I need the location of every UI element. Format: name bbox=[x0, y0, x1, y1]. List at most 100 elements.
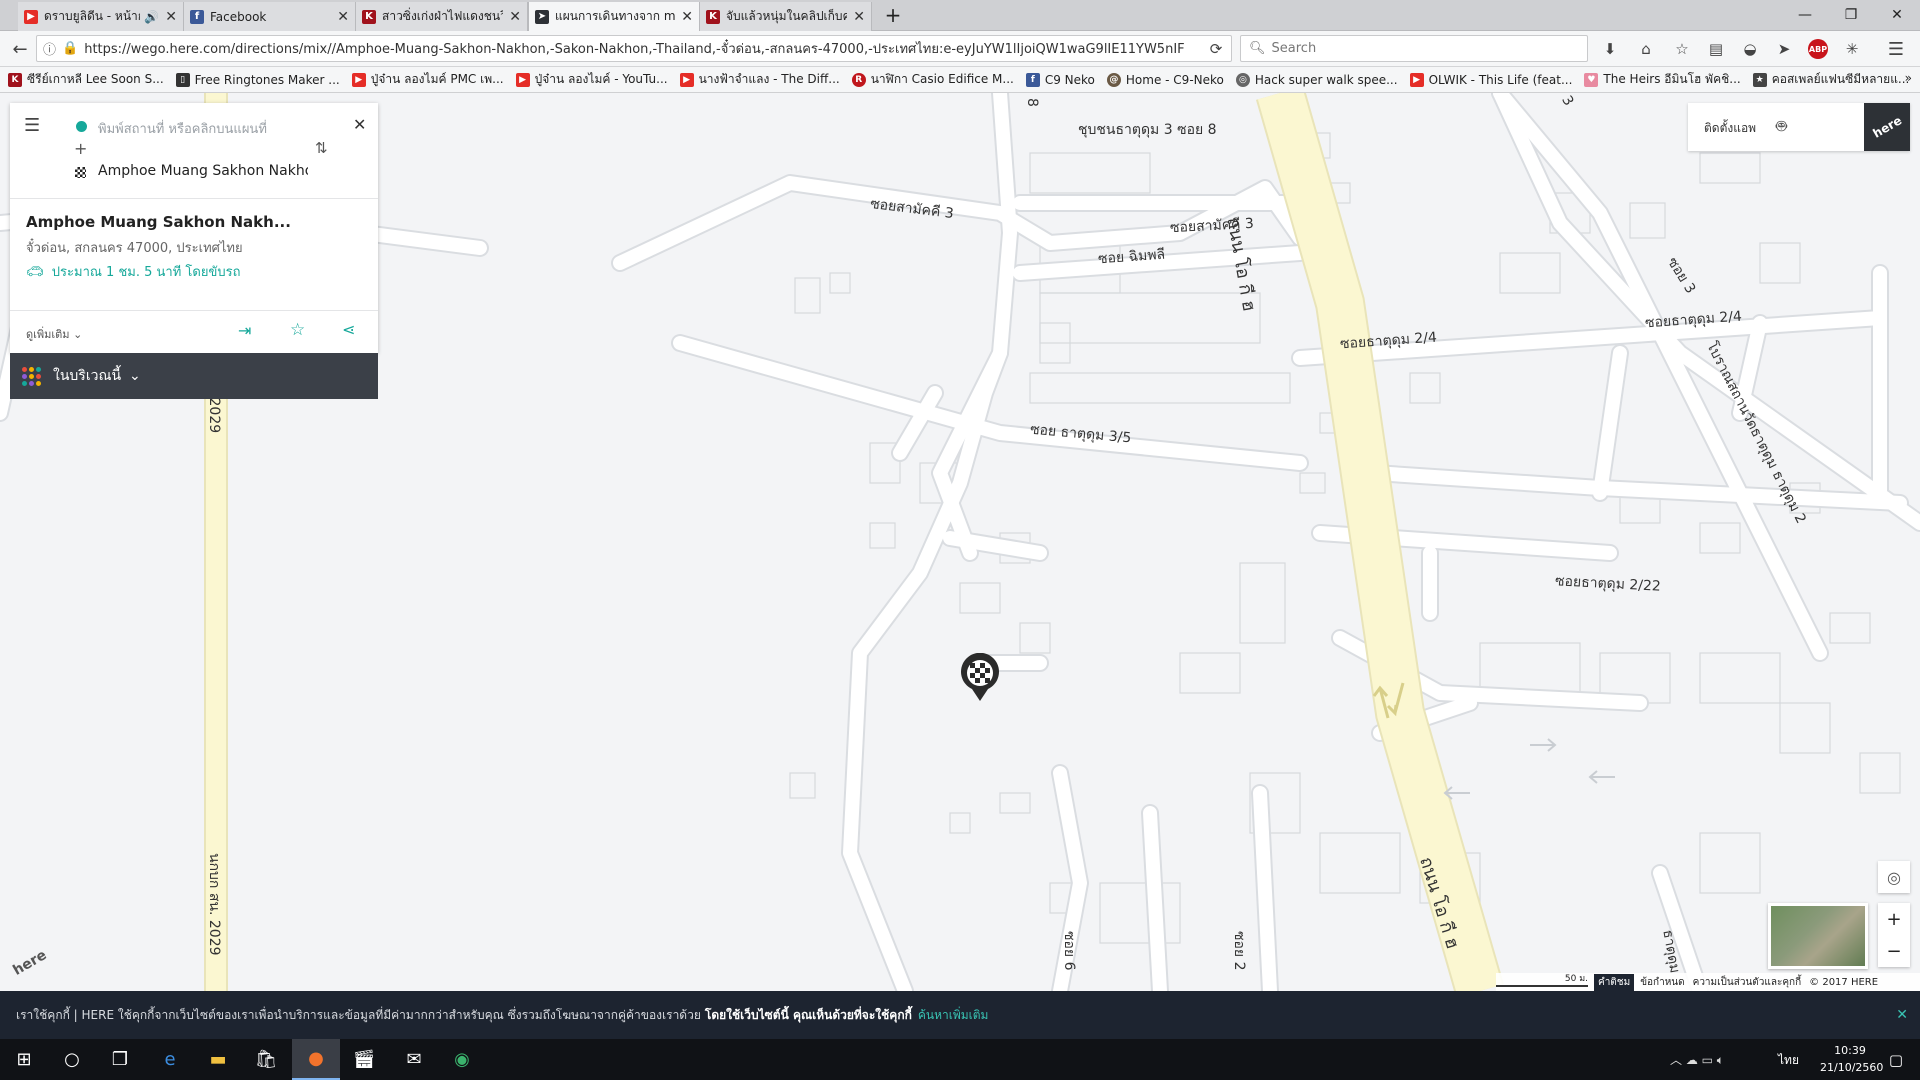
adblock-icon[interactable]: ABP bbox=[1808, 39, 1828, 59]
search-icon[interactable]: ○ bbox=[48, 1039, 96, 1080]
more-link[interactable]: ดูเพิ่มเติม ⌄ bbox=[26, 325, 82, 343]
search-icon: 🔍︎ bbox=[1249, 41, 1266, 56]
file-explorer-icon[interactable]: ▬ bbox=[194, 1039, 242, 1080]
bookmark-item[interactable]: ▶ OLWIK - This Life (feat... bbox=[1409, 72, 1572, 87]
tab-4-active[interactable]: ➤ แผนการเดินทางจาก mylocati ✕ bbox=[528, 2, 700, 31]
close-tab-icon[interactable]: ✕ bbox=[337, 9, 349, 25]
menu-icon[interactable]: ☰ bbox=[1886, 39, 1906, 60]
bookmark-item[interactable]: ▶ ปู่จ๋าน ลองไมค์ PMC เพ... bbox=[351, 70, 504, 89]
navigation-bar: ← ⓘ 🔒 https://wego.here.com/directions/m… bbox=[0, 31, 1920, 67]
reload-icon[interactable]: ⟳ bbox=[1206, 39, 1226, 59]
tray-icons[interactable]: ︿ ☁ ▭ 🔈︎ bbox=[1670, 1051, 1724, 1068]
speaker-icon[interactable]: 🔊 bbox=[144, 10, 159, 24]
facebook-icon: f bbox=[1025, 72, 1040, 87]
destination-marker[interactable] bbox=[960, 652, 1000, 703]
minimize-button[interactable]: — bbox=[1782, 0, 1828, 30]
mail-icon[interactable]: ✉ bbox=[390, 1039, 438, 1080]
url-bar[interactable]: ⓘ 🔒 https://wego.here.com/directions/mix… bbox=[36, 35, 1232, 62]
car-icon: 🚗︎ bbox=[26, 263, 44, 280]
tab-title: แผนการเดินทางจาก mylocati bbox=[555, 9, 676, 23]
tab-1[interactable]: ▶ ดราบยูลิดีน - หน้ากากหอยท 🔊 ✕ bbox=[18, 2, 184, 31]
windows-start-icon[interactable]: ⊞ bbox=[0, 1039, 48, 1080]
task-view-icon[interactable]: ❐ bbox=[96, 1039, 144, 1080]
send-icon[interactable]: ➤ bbox=[1774, 39, 1794, 59]
route-summary[interactable]: 🚗︎ ประมาณ 1 ชม. 5 นาที โดยขับรถ bbox=[26, 261, 240, 282]
bookmark-item[interactable]: @ Home - C9-Neko bbox=[1106, 72, 1224, 87]
bookmark-item[interactable]: ♥ The Heirs อีมินโฮ พัคชิ... bbox=[1584, 70, 1741, 89]
satellite-view-toggle[interactable] bbox=[1768, 903, 1868, 969]
android-icon[interactable]: 🤖︎ bbox=[1776, 115, 1787, 140]
learn-more-link[interactable]: ค้นหาเพิ่มเติม bbox=[918, 1006, 989, 1025]
close-window-button[interactable]: ✕ bbox=[1874, 0, 1920, 30]
directions-icon[interactable]: ⇥ bbox=[238, 321, 251, 340]
extension-icon[interactable]: ✳ bbox=[1842, 39, 1862, 59]
bookmark-item[interactable]: ▯ Free Ringtones Maker ... bbox=[175, 72, 340, 87]
new-tab-button[interactable]: + bbox=[880, 3, 906, 29]
bookmark-item[interactable]: K ซีรีย์เกาหลี Lee Soon S... bbox=[8, 70, 164, 89]
download-icon[interactable]: ⬇ bbox=[1600, 39, 1620, 59]
app-globe-icon[interactable]: ◉ bbox=[438, 1039, 486, 1080]
facebook-icon: f bbox=[190, 9, 204, 24]
info-icon[interactable]: ⓘ bbox=[43, 39, 56, 58]
tab-2[interactable]: f Facebook ✕ bbox=[184, 2, 356, 31]
bookmark-label: นาฬิกา Casio Edifice M... bbox=[870, 72, 1014, 86]
result-card[interactable]: Amphoe Muang Sakhon Nakh... จั๋วด่อน, สก… bbox=[10, 199, 378, 311]
youtube-icon: ▶ bbox=[1409, 72, 1424, 87]
terms-link[interactable]: ข้อกำหนด bbox=[1640, 975, 1684, 990]
nearby-label: ในบริเวณนี้ bbox=[53, 368, 122, 384]
close-tab-icon[interactable]: ✕ bbox=[509, 9, 521, 25]
close-tab-icon[interactable]: ✕ bbox=[165, 9, 177, 25]
locate-me-icon[interactable]: ◎ bbox=[1878, 861, 1910, 893]
library-icon[interactable]: ▤ bbox=[1706, 39, 1726, 59]
notifications-icon[interactable]: ▢ bbox=[1872, 1039, 1920, 1080]
zoom-in-button[interactable]: + bbox=[1878, 903, 1910, 935]
favorite-star-icon[interactable]: ☆ bbox=[290, 320, 305, 340]
bookmark-item[interactable]: R นาฬิกา Casio Edifice M... bbox=[851, 70, 1014, 89]
result-actions: ดูเพิ่มเติม ⌄ ⇥ ☆ ⋖ bbox=[10, 311, 378, 353]
tab-3[interactable]: K สาวซิ่งเก่งฝ่าไฟแดงชนวิศ ขึ้น ✕ bbox=[356, 2, 528, 31]
maximize-button[interactable]: ❐ bbox=[1828, 0, 1874, 30]
chevron-down-icon: ⌄ bbox=[73, 328, 83, 341]
search-bar[interactable]: 🔍︎ Search bbox=[1240, 35, 1588, 62]
tab-title: ดราบยูลิดีน - หน้ากากหอยท bbox=[44, 9, 140, 23]
destination-input[interactable]: Amphoe Muang Sakhon Nakhon bbox=[98, 163, 308, 179]
zoom-out-button[interactable]: − bbox=[1878, 935, 1910, 967]
privacy-link[interactable]: ความเป็นส่วนตัวและคุกกี้ bbox=[1693, 975, 1802, 990]
store-icon[interactable]: 🛍︎ bbox=[242, 1039, 290, 1080]
clock[interactable]: 10:39 21/10/2560 bbox=[1820, 1042, 1884, 1076]
bookmarks-overflow-icon[interactable]: » bbox=[1905, 71, 1912, 85]
bookmark-label: นางฟ้าจำแลง - The Diff... bbox=[698, 72, 840, 86]
pocket-icon[interactable]: ◒ bbox=[1740, 39, 1760, 59]
install-app-label[interactable]: ติดตั้งแอพ bbox=[1704, 119, 1756, 138]
close-tab-icon[interactable]: ✕ bbox=[681, 9, 693, 25]
bookmark-item[interactable]: ★ คอสเพลย์แฟนซีมีหลายแ... bbox=[1752, 70, 1909, 89]
share-icon[interactable]: ⋖ bbox=[342, 320, 355, 339]
url-text[interactable]: https://wego.here.com/directions/mix//Am… bbox=[84, 38, 1184, 59]
feedback-link[interactable]: คำติชม bbox=[1594, 973, 1635, 991]
here-logo[interactable]: here bbox=[1864, 103, 1910, 151]
bookmark-item[interactable]: ▶ นางฟ้าจำแลง - The Diff... bbox=[679, 70, 840, 89]
swap-route-icon[interactable]: ⇅ bbox=[315, 139, 328, 157]
firefox-icon[interactable]: ● bbox=[292, 1039, 340, 1080]
result-title[interactable]: Amphoe Muang Sakhon Nakh... bbox=[26, 213, 291, 231]
cookie-close-icon[interactable]: ✕ bbox=[1896, 1007, 1908, 1023]
hamburger-menu-icon[interactable]: ☰ bbox=[24, 115, 40, 136]
close-icon[interactable]: ✕ bbox=[353, 115, 366, 134]
bookmark-item[interactable]: f C9 Neko bbox=[1025, 72, 1095, 87]
edge-browser-icon[interactable]: e bbox=[146, 1039, 194, 1080]
c9-icon: @ bbox=[1106, 72, 1121, 87]
bookmark-item[interactable]: ▶ ปู่จ๋าน ลองไมค์ - YouTu... bbox=[515, 70, 668, 89]
add-waypoint-icon[interactable]: + bbox=[74, 139, 87, 158]
media-player-icon[interactable]: 🎬︎ bbox=[340, 1039, 388, 1080]
bookmark-star-icon[interactable]: ☆ bbox=[1672, 39, 1692, 59]
language-indicator[interactable]: ไทย bbox=[1778, 1051, 1799, 1070]
nearby-button[interactable]: ในบริเวณนี้ ⌄ bbox=[10, 353, 378, 399]
home-icon[interactable]: ⌂ bbox=[1636, 39, 1656, 59]
globe-icon: ◎ bbox=[1235, 72, 1250, 87]
tab-5[interactable]: K จับแล้วหนุ่มในคลิปเก็บค่าจอดร ✕ bbox=[700, 2, 872, 31]
clock-date: 21/10/2560 bbox=[1820, 1061, 1884, 1074]
origin-input[interactable]: พิมพ์สถานที่ หรือคลิกบนแผนที่ bbox=[98, 118, 267, 139]
back-arrow-icon[interactable]: ← bbox=[10, 39, 30, 60]
bookmark-item[interactable]: ◎ Hack super walk spee... bbox=[1235, 72, 1398, 87]
close-tab-icon[interactable]: ✕ bbox=[853, 9, 865, 25]
